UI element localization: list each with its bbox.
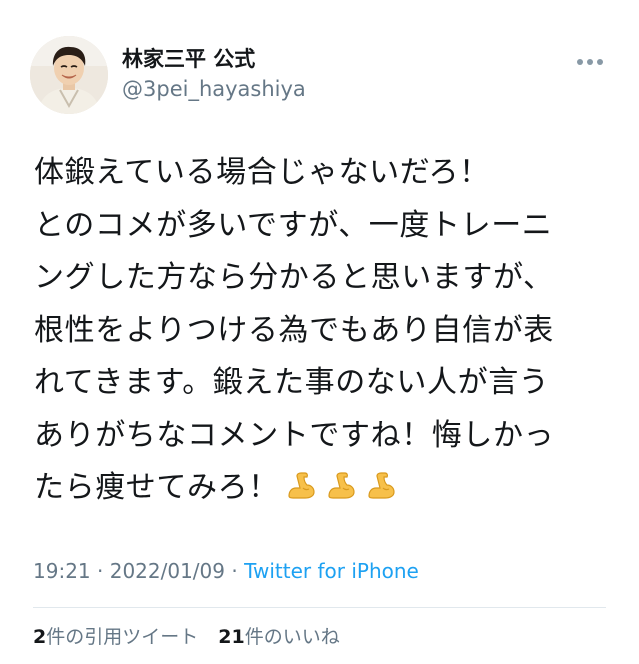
user-handle[interactable]: @3pei_hayashiya	[122, 76, 306, 102]
like-label: 件のいいね	[244, 626, 340, 648]
tweet-text: 体鍛えている場合じゃないだろ！ とのコメが多いですが、一度トレーニ ングした方な…	[34, 147, 614, 515]
tweet-detail: 林家三平 公式 @3pei_hayashiya 体鍛えている場合じゃないだろ！ …	[0, 0, 639, 664]
tweet-source-link[interactable]: Twitter for iPhone	[244, 559, 419, 583]
flexed-biceps-icon	[288, 472, 315, 499]
more-dot-icon	[597, 59, 603, 65]
meta-separator: ·	[231, 559, 238, 583]
meta-separator: ·	[97, 559, 104, 583]
tweet-date[interactable]: 2022/01/09	[110, 559, 225, 583]
tweet-time[interactable]: 19:21	[33, 559, 91, 583]
quote-count: 2	[33, 626, 47, 648]
tweet-text-line: ングした方なら分かると思いますが、	[34, 260, 554, 295]
emoji-group	[285, 469, 397, 501]
quote-tweets-link[interactable]: 2件の引用ツイート	[33, 624, 198, 650]
likes-link[interactable]: 21件のいいね	[218, 624, 339, 650]
tweet-text-line: とのコメが多いですが、一度トレーニ	[34, 207, 553, 243]
more-options-button[interactable]	[572, 52, 608, 72]
tweet-text-fragment: たら痩せてみろ！	[34, 470, 279, 505]
more-dot-icon	[587, 59, 593, 65]
tweet-stats: 2件の引用ツイート 21件のいいね	[33, 624, 340, 650]
quote-label: 件の引用ツイート	[46, 626, 199, 648]
tweet-text-line: 体鍛えている場合じゃないだろ！	[34, 155, 490, 190]
author-info[interactable]: 林家三平 公式 @3pei_hayashiya	[122, 46, 306, 102]
avatar[interactable]	[30, 36, 108, 114]
tweet-text-line: ありがちなコメントですね！悔しかっ	[34, 417, 555, 453]
more-dot-icon	[577, 59, 583, 65]
tweet-text-line-last: たら痩せてみろ！	[34, 462, 614, 515]
flexed-biceps-icon	[368, 472, 395, 499]
like-count: 21	[218, 626, 245, 648]
flexed-biceps-icon	[328, 472, 355, 499]
tweet-metadata: 19:21 · 2022/01/09 · Twitter for iPhone	[33, 558, 419, 584]
tweet-text-line: 根性をよりつける為でもあり自信が表	[34, 312, 554, 348]
avatar-photo	[30, 36, 108, 114]
divider	[33, 607, 606, 608]
display-name[interactable]: 林家三平 公式	[122, 46, 306, 72]
tweet-text-line: れてきます。鍛えた事のない人が言う	[34, 365, 550, 400]
